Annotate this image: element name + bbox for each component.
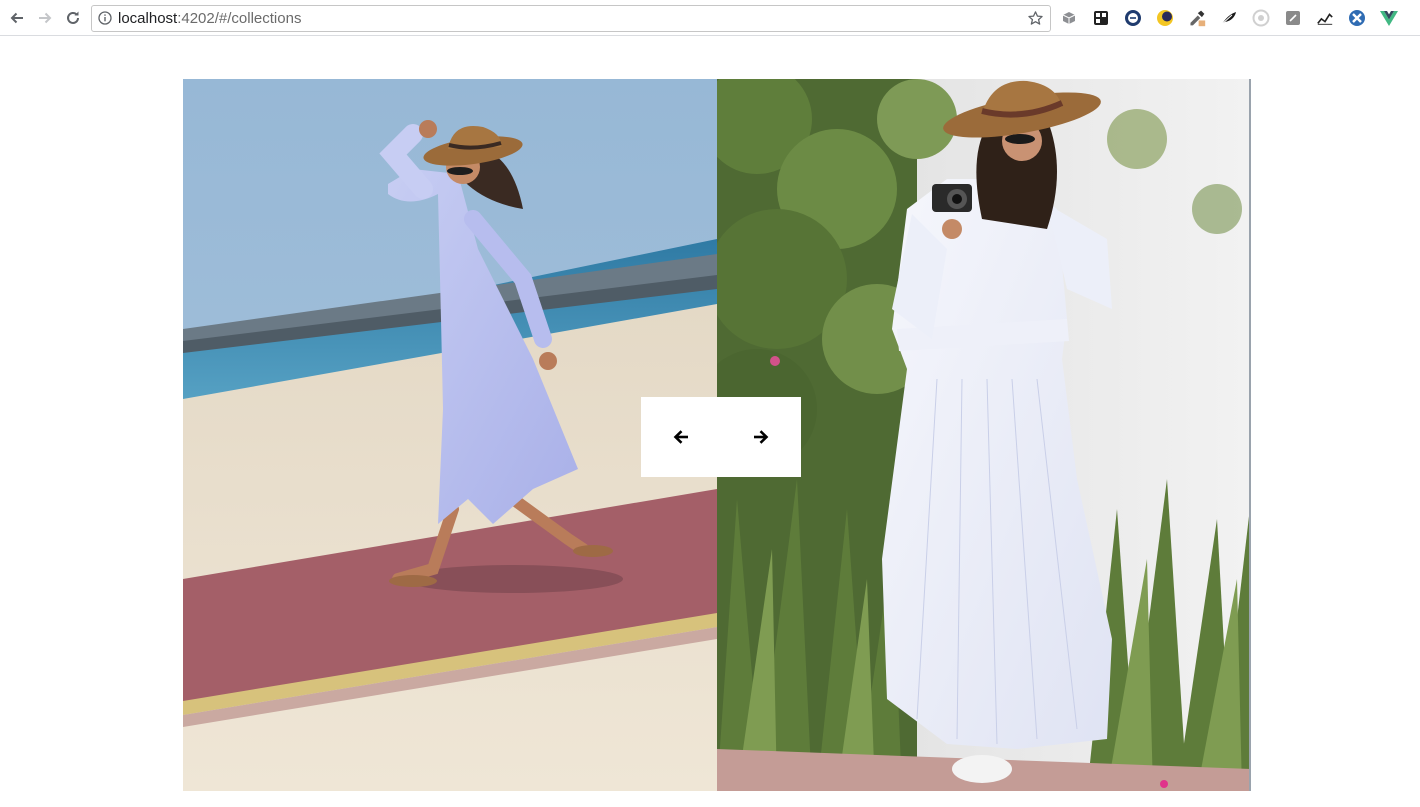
forward-button[interactable]	[33, 6, 57, 30]
eyedropper-extension-icon	[1190, 10, 1206, 27]
back-button[interactable]	[5, 6, 29, 30]
arrow-left-icon	[673, 430, 688, 444]
next-slide-button[interactable]	[721, 397, 801, 477]
extension-moon[interactable]	[1156, 9, 1174, 27]
address-bar[interactable]: localhost:4202/#/collections	[91, 5, 1051, 32]
chrome-circle-extension-icon	[1252, 9, 1270, 27]
extension-vue[interactable]	[1380, 9, 1398, 27]
back-icon	[10, 12, 23, 24]
cube-extension-icon	[1062, 12, 1076, 24]
grid-extension-icon	[1094, 11, 1108, 25]
cross-circle-extension-icon	[1349, 10, 1365, 26]
beach-photo	[183, 79, 717, 791]
url-text[interactable]: localhost:4202/#/collections	[118, 10, 301, 28]
extension-note[interactable]	[1284, 9, 1302, 27]
arrow-right-icon	[754, 430, 769, 444]
extension-cube[interactable]	[1060, 9, 1078, 27]
forward-icon	[39, 12, 52, 24]
note-extension-icon	[1286, 11, 1300, 25]
feather-extension-icon	[1221, 12, 1236, 25]
extension-grid[interactable]	[1092, 9, 1110, 27]
moon-extension-icon	[1157, 10, 1173, 26]
reload-button[interactable]	[61, 6, 85, 30]
e-circle-extension-icon	[1125, 10, 1141, 26]
extension-eyedropper[interactable]	[1188, 9, 1206, 27]
extension-cross[interactable]	[1348, 9, 1366, 27]
bookmark-star-icon[interactable]	[1027, 10, 1044, 27]
browser-toolbar: localhost:4202/#/collections	[0, 0, 1420, 36]
extension-chrome[interactable]	[1252, 9, 1270, 27]
extension-graph[interactable]	[1316, 9, 1334, 27]
info-icon[interactable]	[98, 11, 112, 25]
carousel-controls	[641, 397, 801, 477]
reload-icon	[67, 11, 79, 24]
previous-slide-button[interactable]	[641, 397, 721, 477]
extension-e[interactable]	[1124, 9, 1142, 27]
extension-feather[interactable]	[1220, 9, 1238, 27]
vue-extension-icon	[1380, 11, 1398, 26]
url-path: :4202/#/collections	[177, 10, 302, 27]
graph-extension-icon	[1317, 13, 1333, 25]
collection-photo-beach	[183, 79, 717, 791]
url-host: localhost	[118, 10, 178, 27]
